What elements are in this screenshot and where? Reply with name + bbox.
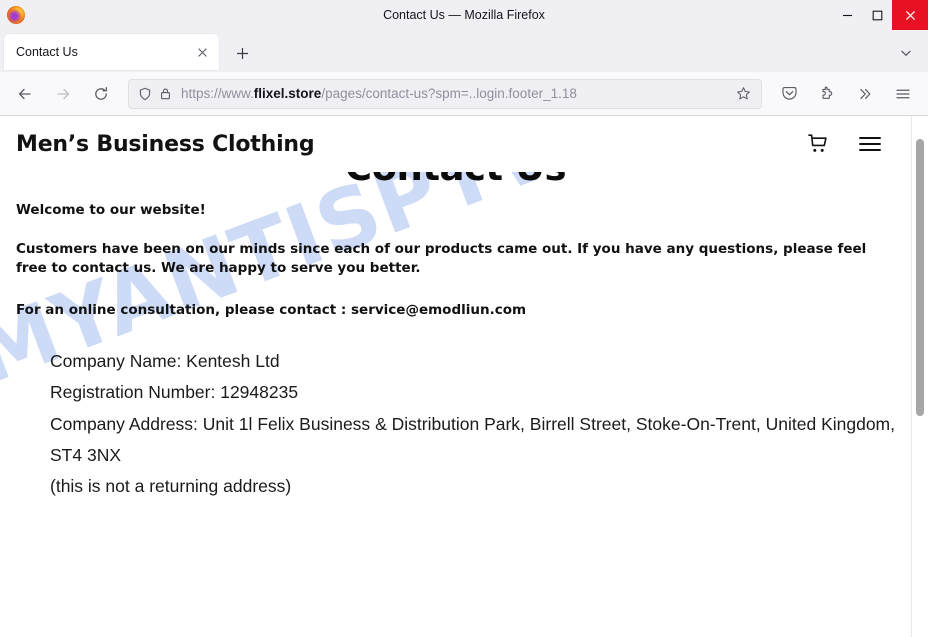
forward-button[interactable] bbox=[47, 78, 79, 110]
window-controls bbox=[832, 0, 928, 30]
site-header: Men’s Business Clothing bbox=[0, 116, 911, 172]
site-header-actions bbox=[805, 131, 895, 157]
url-suffix: /pages/contact-us?spm=..login.footer_1.1… bbox=[321, 85, 577, 101]
navigation-toolbar: https://www.flixel.store/pages/contact-u… bbox=[0, 72, 928, 116]
intro-line-1: Welcome to our website! bbox=[16, 202, 206, 218]
page-scrollbar-track[interactable] bbox=[911, 116, 928, 637]
page-scrollbar-thumb[interactable] bbox=[916, 139, 924, 416]
padlock-icon bbox=[155, 84, 175, 104]
bookmark-star-icon[interactable] bbox=[731, 82, 755, 106]
maximize-icon[interactable] bbox=[862, 0, 892, 30]
extensions-puzzle-icon[interactable] bbox=[811, 78, 843, 110]
site-logo[interactable]: Men’s Business Clothing bbox=[16, 132, 315, 157]
returning-address-note: (this is not a returning address) bbox=[50, 475, 292, 496]
shopping-cart-icon[interactable] bbox=[805, 131, 831, 157]
shield-icon bbox=[135, 84, 155, 104]
address-bar[interactable]: https://www.flixel.store/pages/contact-u… bbox=[128, 78, 762, 109]
firefox-logo-icon bbox=[7, 5, 25, 24]
intro-line-3: For an online consultation, please conta… bbox=[16, 301, 527, 318]
url-text: https://www.flixel.store/pages/contact-u… bbox=[181, 84, 731, 104]
toolbar-right-actions bbox=[770, 78, 922, 110]
back-button[interactable] bbox=[9, 78, 41, 110]
tab-title: Contact Us bbox=[16, 45, 78, 59]
tab-close-icon[interactable] bbox=[191, 41, 213, 63]
page-content: Welcome to our website! Customers have b… bbox=[0, 198, 911, 502]
page-heading-container: Contact Us bbox=[0, 172, 911, 198]
close-icon[interactable] bbox=[892, 0, 928, 30]
new-tab-button[interactable] bbox=[227, 38, 257, 68]
tab-strip: Contact Us bbox=[0, 30, 928, 72]
page-viewport: MYANTISPYWARE.COM Men’s Business Clothin… bbox=[0, 116, 928, 637]
pocket-icon[interactable] bbox=[773, 78, 805, 110]
url-domain: flixel.store bbox=[253, 85, 322, 101]
tab-contact-us[interactable]: Contact Us bbox=[4, 34, 219, 70]
intro-line-2: Customers have been on our minds since e… bbox=[16, 240, 867, 277]
title-bar: Contact Us — Mozilla Firefox bbox=[0, 0, 928, 30]
reload-button[interactable] bbox=[85, 78, 117, 110]
minimize-icon[interactable] bbox=[832, 0, 862, 30]
intro-block: Welcome to our website! Customers have b… bbox=[16, 201, 895, 320]
page-title: Contact Us bbox=[0, 172, 911, 189]
registration-number: Registration Number: 12948235 bbox=[50, 382, 299, 403]
company-address: Company Address: Unit 1l Felix Business … bbox=[50, 413, 895, 465]
company-details-block: Company Name: Kentesh Ltd Registration N… bbox=[16, 346, 895, 502]
browser-window: Contact Us — Mozilla Firefox Contact Us bbox=[0, 0, 928, 637]
hamburger-menu-icon[interactable] bbox=[857, 131, 883, 157]
window-title: Contact Us — Mozilla Firefox bbox=[383, 7, 545, 22]
application-menu-icon[interactable] bbox=[887, 78, 919, 110]
list-all-tabs-icon[interactable] bbox=[892, 39, 920, 67]
overflow-menu-icon[interactable] bbox=[849, 78, 881, 110]
company-name: Company Name: Kentesh Ltd bbox=[50, 351, 280, 372]
url-prefix: https://www. bbox=[181, 85, 254, 101]
